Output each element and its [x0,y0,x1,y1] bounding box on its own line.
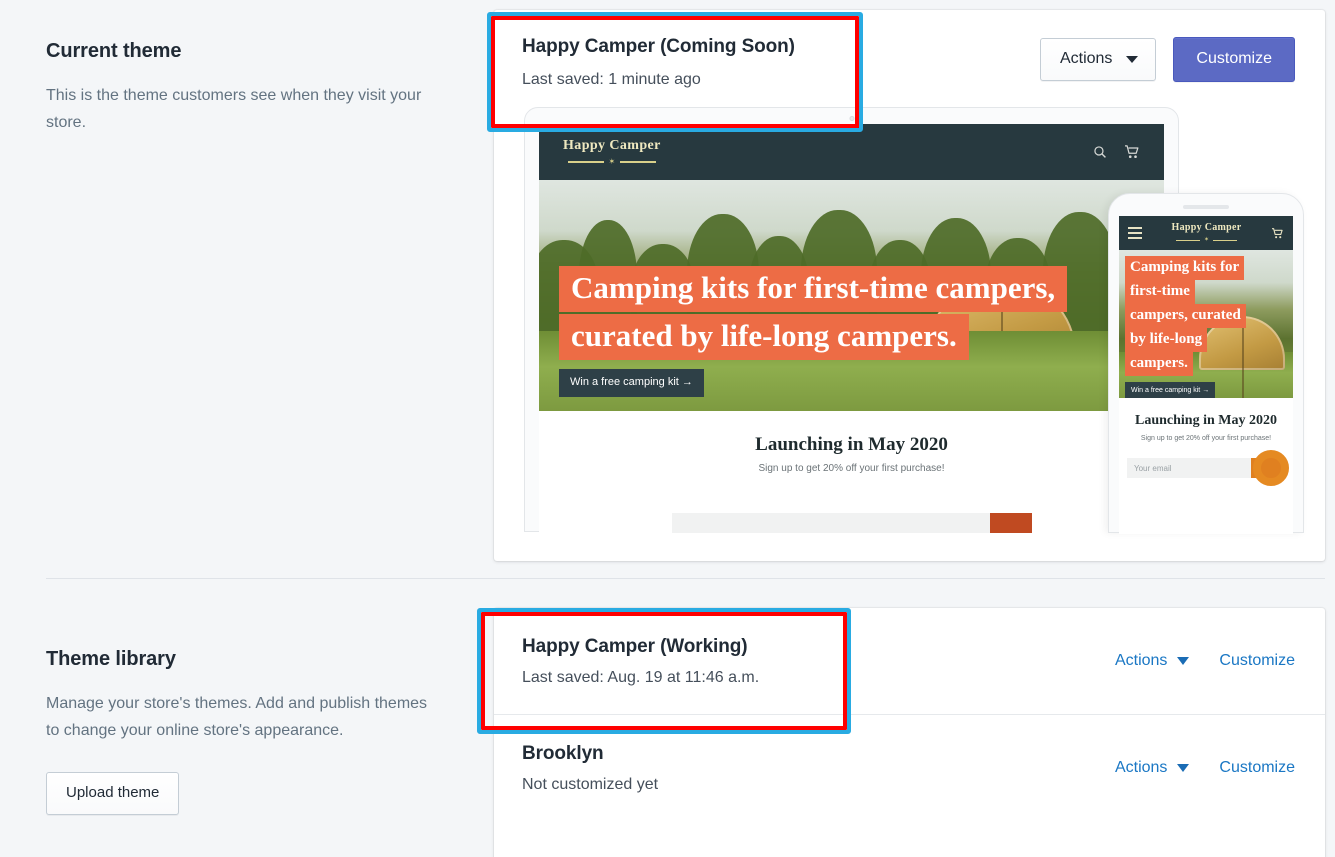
chevron-down-icon [1177,763,1190,772]
row-customize-button[interactable]: Customize [1219,651,1295,671]
promo-title: Launching in May 2020 [755,434,948,455]
mobile-hero-line-3: campers, curated [1125,304,1246,328]
cart-icon [1125,145,1139,159]
mobile-cart-icon [1272,227,1283,238]
promo-submit-button[interactable] [989,513,1032,533]
mobile-preview[interactable]: Happy Camper ✶ Camping kits for first-ti… [1108,193,1304,534]
mobile-hero-line-2: first-time [1125,280,1195,304]
themes-page: Current theme This is the theme customer… [0,0,1335,857]
theme-row-actions: Actions Customize [1115,758,1295,778]
upload-theme-button[interactable]: Upload theme [46,772,180,815]
theme-row-titleblock: Happy Camper (Working) Last saved: Aug. … [522,634,759,688]
mobile-hero-copy: Camping kits for first-time campers, cur… [1125,256,1287,398]
current-theme-last-saved: Last saved: 1 minute ago [522,71,701,88]
theme-library-card: Happy Camper (Working) Last saved: Aug. … [494,608,1325,857]
mobile-star-icon: ✶ [1203,237,1210,243]
promo-signup-form [671,513,1032,533]
cursor-ring-indicator [1253,450,1289,486]
logo-rule-left [567,161,604,163]
promo-subtitle: Sign up to get 20% off your first purcha… [758,463,945,474]
logo-rule: ✶ [567,157,657,166]
mobile-site-logo-text: Happy Camper [1171,222,1242,233]
site-nav-icons [1093,145,1140,159]
mobile-site-header: Happy Camper ✶ [1119,216,1293,250]
theme-row-name: Brooklyn [522,742,604,764]
current-theme-description: This is the theme customers see when the… [46,87,422,131]
site-header: Happy Camper ✶ [539,124,1164,180]
table-row: Brooklyn Not customized yet Actions Cust… [494,714,1325,820]
customize-button[interactable]: Customize [1173,37,1295,82]
star-icon: ✶ [608,157,616,166]
current-theme-name: Happy Camper (Coming Soon) [522,36,795,57]
theme-row-titleblock: Brooklyn Not customized yet [522,741,658,795]
hero-line-1: Camping kits for first-time campers, [559,266,1068,312]
row-actions-button[interactable]: Actions [1114,651,1190,671]
desktop-preview[interactable]: Happy Camper ✶ Camping kits for first-ti… [524,107,1179,533]
current-theme-header: Happy Camper (Coming Soon) Last saved: 1… [494,10,1325,90]
theme-library-description: Manage your store's themes. Add and publ… [46,695,428,739]
mobile-promo-title: Launching in May 2020 [1135,413,1277,428]
promo-email-input[interactable] [671,513,990,533]
theme-library-info: Theme library Manage your store's themes… [46,646,446,815]
hero-copy: Camping kits for first-time campers, cur… [559,266,1068,397]
speaker-icon [1183,205,1229,209]
mobile-site-logo: Happy Camper ✶ [1172,222,1242,244]
mobile-hero-banner: Camping kits for first-time campers, cur… [1119,250,1293,398]
hero-line-2: curated by life-long campers. [559,314,969,360]
hero-banner: Camping kits for first-time campers, cur… [539,180,1164,411]
mobile-hero-line-5: campers. [1125,352,1193,376]
desktop-screen: Happy Camper ✶ Camping kits for first-ti… [539,124,1164,533]
theme-row-sub: Not customized yet [522,775,659,793]
theme-row-sub: Last saved: Aug. 19 at 11:46 a.m. [522,669,760,686]
promo-section: Launching in May 2020 Sign up to get 20%… [539,411,1164,533]
theme-row-actions: Actions Customize [1115,651,1295,671]
row-customize-button[interactable]: Customize [1219,758,1295,778]
mobile-logo-rule: ✶ [1175,236,1238,244]
row-actions-button[interactable]: Actions [1114,758,1190,778]
site-logo-text: Happy Camper [563,138,661,153]
table-row: Happy Camper (Working) Last saved: Aug. … [494,608,1325,714]
camera-icon [849,116,854,121]
search-icon [1094,146,1106,158]
row-actions-label: Actions [1114,758,1168,776]
mobile-hero-line-1: Camping kits for [1125,256,1245,280]
site-logo: Happy Camper ✶ [563,138,661,166]
theme-preview[interactable]: Happy Camper ✶ Camping kits for first-ti… [494,107,1325,534]
mobile-hero-line-4: by life-long [1125,328,1208,352]
current-theme-buttons: Actions Customize [1039,34,1295,82]
mobile-promo-section: Launching in May 2020 Sign up to get 20%… [1119,398,1293,510]
mobile-hero-cta-button[interactable]: Win a free camping kit → [1125,382,1216,398]
chevron-down-icon [1177,657,1190,665]
mobile-promo-subtitle: Sign up to get 20% off your first purcha… [1140,435,1272,442]
actions-button[interactable]: Actions [1039,38,1157,81]
theme-row-name: Happy Camper (Working) [522,636,748,657]
section-divider [46,578,1325,579]
current-theme-card: Happy Camper (Coming Soon) Last saved: 1… [494,10,1325,561]
mobile-screen: Happy Camper ✶ Camping kits for first-ti… [1119,216,1293,534]
current-theme-titleblock: Happy Camper (Coming Soon) Last saved: 1… [522,34,795,90]
actions-button-label: Actions [1059,50,1113,67]
hamburger-menu-icon[interactable] [1128,227,1142,239]
chevron-down-icon [1126,55,1139,63]
hero-cta-button[interactable]: Win a free camping kit → [559,369,704,397]
logo-rule-right [620,161,657,163]
page-title: Current theme [46,40,182,62]
mobile-email-input[interactable]: Your email [1127,458,1251,478]
theme-library-title: Theme library [46,648,176,670]
current-theme-info: Current theme This is the theme customer… [46,38,446,136]
row-actions-label: Actions [1114,652,1168,669]
